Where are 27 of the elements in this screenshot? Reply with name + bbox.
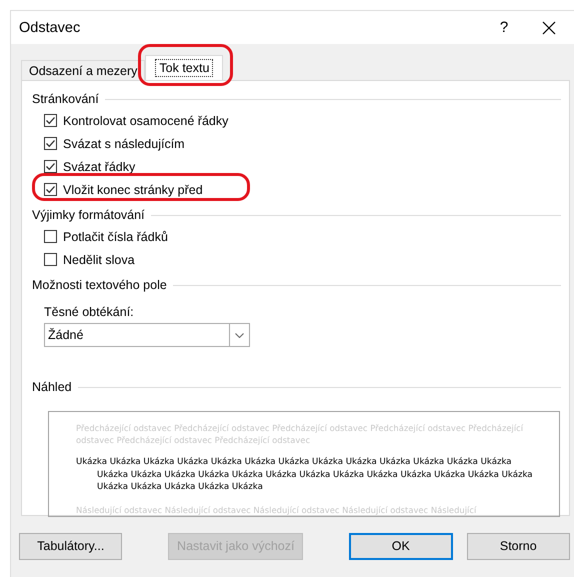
checkbox[interactable]: [44, 114, 57, 127]
tab[interactable]: Odsazení a mezery: [21, 60, 146, 80]
checkbox[interactable]: [44, 137, 57, 150]
dialog-button[interactable]: OK: [349, 532, 453, 560]
chevron-down-icon: [235, 332, 244, 338]
group-heading: Výjimky formátování: [32, 208, 145, 222]
checkbox-label[interactable]: Nedělit slova: [63, 252, 135, 266]
checkbox[interactable]: [44, 230, 57, 243]
checkbox-label[interactable]: Kontrolovat osamocené řádky: [63, 114, 228, 128]
field-label: Těsné obtékání:: [44, 305, 135, 319]
preview-text: Ukázka Ukázka Ukázka Ukázka Ukázka Ukázka Ukázka Ukázka Ukázka Ukázka Ukázka Ukázka Ukázka Ukázka Ukázka Ukázka Ukázka Ukázka Ukázka Ukázka Ukázka Ukázka Ukázka Ukázka Ukázka Ukázka Ukázka Ukázka Ukázka Ukázka Ukázka: [76, 456, 534, 494]
tab[interactable]: Tok textu: [145, 55, 224, 80]
checkbox-label[interactable]: Svázat řádky: [63, 160, 136, 174]
dialog-button[interactable]: Tabulátory...: [19, 532, 122, 560]
checkbox-label[interactable]: Svázat s následujícím: [63, 136, 185, 150]
group-heading: Možnosti textového pole: [32, 278, 167, 292]
group-heading: Stránkování: [32, 92, 99, 106]
checkbox-label[interactable]: Vložit konec stránky před: [63, 182, 203, 196]
dialog-button[interactable]: Storno: [466, 532, 570, 560]
checkbox-label[interactable]: Potlačit čísla řádků: [63, 230, 168, 244]
window-title: Odstavec: [19, 20, 82, 36]
checkbox[interactable]: [44, 253, 57, 266]
help-button[interactable]: ?: [484, 19, 524, 36]
dropdown[interactable]: Žádné: [44, 323, 250, 347]
checkbox[interactable]: [44, 160, 57, 173]
checkbox[interactable]: [44, 183, 57, 196]
group-heading: Náhled: [32, 380, 72, 394]
